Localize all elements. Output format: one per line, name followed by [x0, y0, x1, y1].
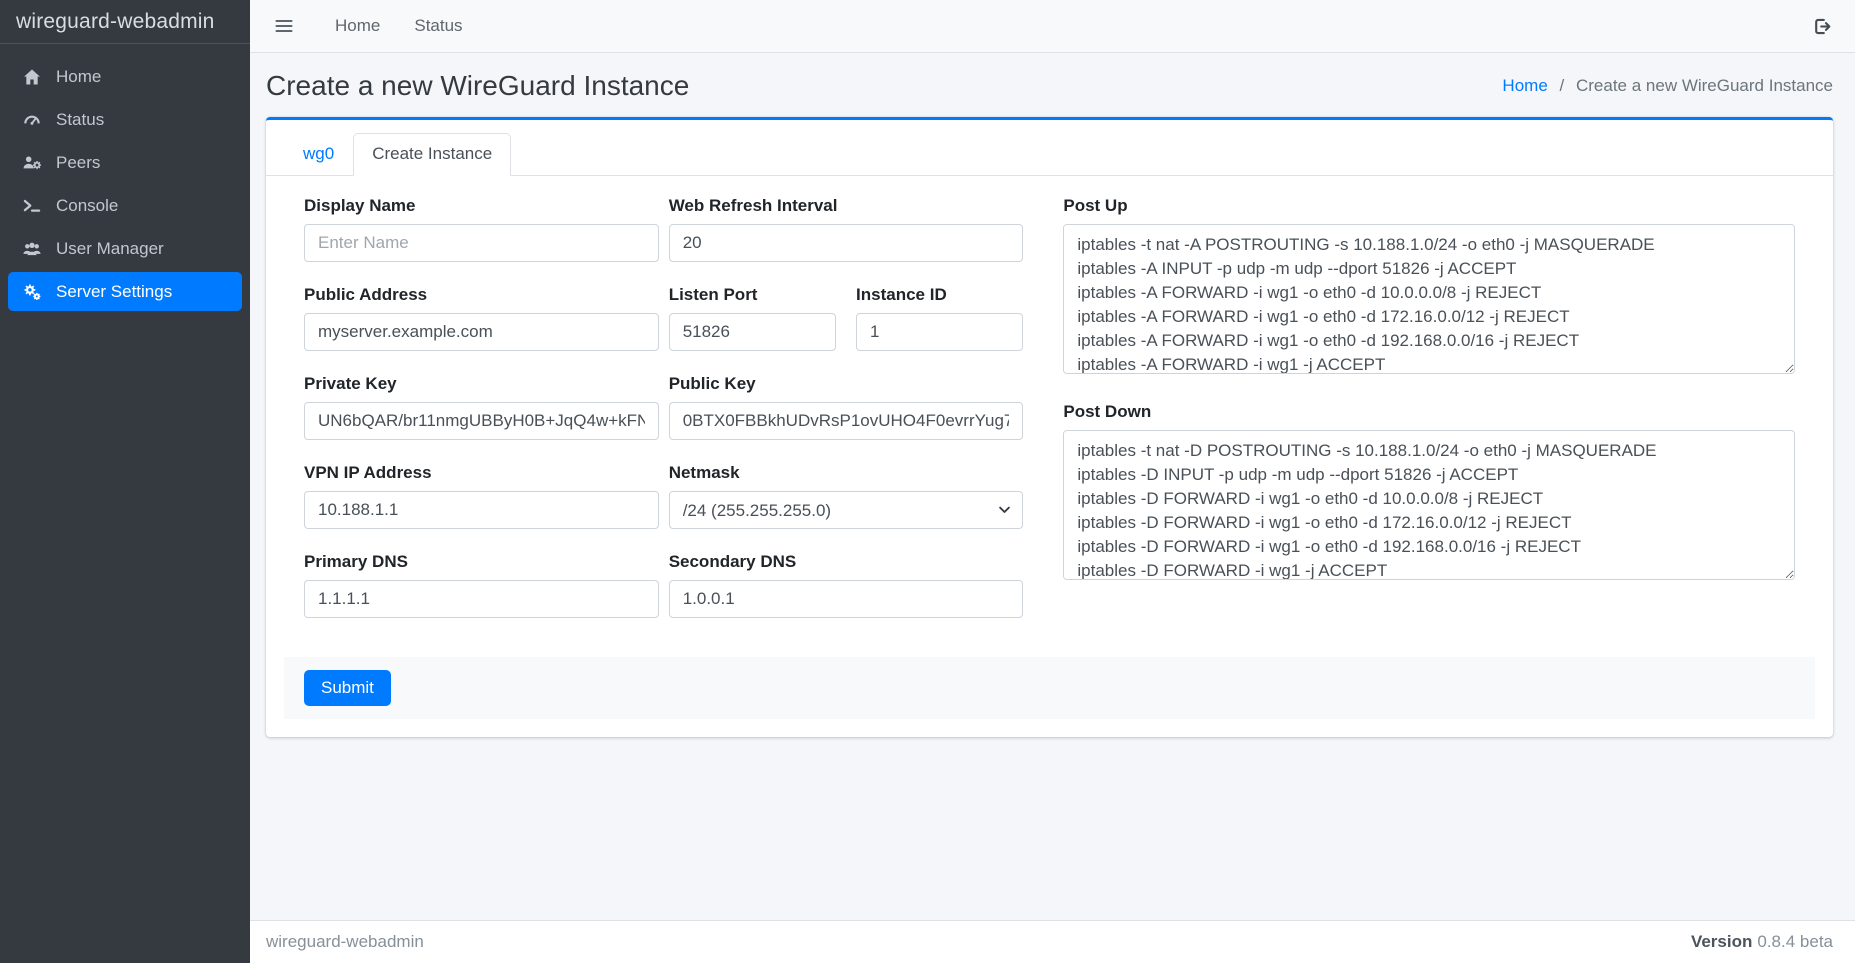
card-body: Display Name Web Refresh Interval Public… — [266, 176, 1833, 737]
post-down-textarea[interactable]: iptables -t nat -D POSTROUTING -s 10.188… — [1063, 430, 1795, 580]
sidebar-item-label: Peers — [56, 153, 100, 173]
tab-wg0[interactable]: wg0 — [284, 133, 353, 176]
sidebar-item-label: Home — [56, 67, 101, 87]
logout-button[interactable] — [1812, 16, 1833, 37]
create-instance-card: wg0 Create Instance Display Name — [266, 117, 1833, 737]
brand-link[interactable]: wireguard-webadmin — [0, 0, 250, 44]
display-name-label: Display Name — [304, 196, 659, 216]
form-right-column: Post Up iptables -t nat -A POSTROUTING -… — [1043, 196, 1815, 641]
sidebar-item-label: Status — [56, 110, 104, 130]
vpn-ip-label: VPN IP Address — [304, 463, 659, 483]
footer-version-label: Version — [1691, 932, 1752, 951]
listen-port-label: Listen Port — [669, 285, 836, 305]
app-root: wireguard-webadmin Home Status — [0, 0, 1855, 963]
netmask-label: Netmask — [669, 463, 1024, 483]
post-up-textarea[interactable]: iptables -t nat -A POSTROUTING -s 10.188… — [1063, 224, 1795, 374]
sidebar-item-home[interactable]: Home — [8, 57, 242, 96]
secondary-dns-input[interactable] — [669, 580, 1024, 618]
listen-port-input[interactable] — [669, 313, 836, 351]
sidebar-item-peers[interactable]: Peers — [8, 143, 242, 182]
brand-title: wireguard-webadmin — [16, 10, 215, 34]
card-tabs: wg0 Create Instance — [266, 120, 1833, 176]
nav-link-home[interactable]: Home — [318, 16, 397, 36]
display-name-input[interactable] — [304, 224, 659, 262]
breadcrumb-home-link[interactable]: Home — [1502, 76, 1547, 95]
private-key-label: Private Key — [304, 374, 659, 394]
tab-create-instance[interactable]: Create Instance — [353, 133, 511, 176]
main-column: Home Status Create a new WireGuard Insta… — [250, 0, 1855, 963]
page-footer: wireguard-webadmin Version 0.8.4 beta — [250, 920, 1855, 963]
sidebar-item-status[interactable]: Status — [8, 100, 242, 139]
sidebar-item-label: User Manager — [56, 239, 164, 259]
vpn-ip-input[interactable] — [304, 491, 659, 529]
sidebar-item-label: Server Settings — [56, 282, 172, 302]
sidebar-item-label: Console — [56, 196, 118, 216]
breadcrumb-separator: / — [1560, 76, 1565, 95]
terminal-icon — [20, 196, 44, 216]
submit-button[interactable]: Submit — [304, 670, 391, 706]
sidebar-item-console[interactable]: Console — [8, 186, 242, 225]
footer-version: Version 0.8.4 beta — [1691, 932, 1833, 952]
nav-link-status[interactable]: Status — [397, 16, 479, 36]
netmask-select[interactable]: /24 (255.255.255.0) — [669, 491, 1024, 529]
primary-dns-label: Primary DNS — [304, 552, 659, 572]
breadcrumb-current: Create a new WireGuard Instance — [1576, 76, 1833, 95]
content-area: Create a new WireGuard Instance Home / C… — [250, 53, 1855, 920]
instance-form: Display Name Web Refresh Interval Public… — [284, 196, 1815, 641]
private-key-input[interactable] — [304, 402, 659, 440]
page-title: Create a new WireGuard Instance — [266, 70, 689, 102]
home-icon — [20, 67, 44, 87]
instance-id-input[interactable] — [856, 313, 1023, 351]
public-address-input[interactable] — [304, 313, 659, 351]
content-header: Create a new WireGuard Instance Home / C… — [250, 53, 1855, 117]
public-key-input[interactable] — [669, 402, 1024, 440]
bars-icon — [274, 16, 294, 36]
sidebar-item-server-settings[interactable]: Server Settings — [8, 272, 242, 311]
public-address-label: Public Address — [304, 285, 659, 305]
post-down-label: Post Down — [1063, 402, 1795, 422]
post-up-label: Post Up — [1063, 196, 1795, 216]
users-icon — [20, 239, 44, 259]
footer-version-value: 0.8.4 beta — [1757, 932, 1833, 951]
primary-dns-input[interactable] — [304, 580, 659, 618]
instance-id-label: Instance ID — [856, 285, 1023, 305]
sidebar-toggle-button[interactable] — [274, 16, 294, 36]
sidebar-item-user-manager[interactable]: User Manager — [8, 229, 242, 268]
gears-icon — [20, 282, 44, 302]
web-refresh-interval-label: Web Refresh Interval — [669, 196, 1024, 216]
sidebar-nav: Home Status — [0, 44, 250, 328]
public-key-label: Public Key — [669, 374, 1024, 394]
footer-app-name: wireguard-webadmin — [266, 932, 424, 952]
users-gear-icon — [20, 153, 44, 173]
top-navbar: Home Status — [250, 0, 1855, 53]
form-footer: Submit — [284, 657, 1815, 719]
web-refresh-interval-input[interactable] — [669, 224, 1024, 262]
secondary-dns-label: Secondary DNS — [669, 552, 1024, 572]
breadcrumb: Home / Create a new WireGuard Instance — [1502, 76, 1833, 96]
sign-out-icon — [1812, 16, 1833, 37]
tachometer-icon — [20, 110, 44, 130]
sidebar: wireguard-webadmin Home Status — [0, 0, 250, 963]
form-left-column: Display Name Web Refresh Interval Public… — [284, 196, 1043, 641]
